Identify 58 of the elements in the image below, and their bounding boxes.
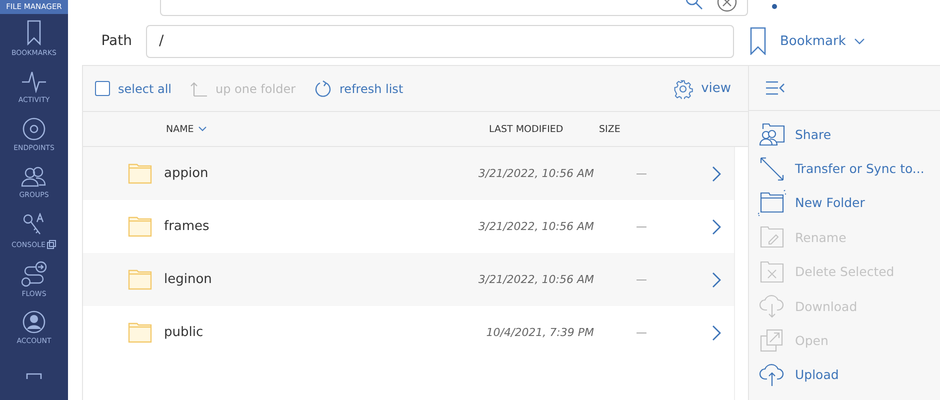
delete-folder-icon [760,260,784,283]
modified-date: 10/4/2021, 7:39 PM [485,326,594,339]
window-icon [26,372,42,379]
folder-name: public [164,325,204,340]
chevron-right-icon[interactable] [712,218,721,234]
file-size: — [636,167,648,180]
column-header[interactable]: LAST MODIFIED [489,124,599,134]
select-all-checkbox[interactable]: select all [95,81,172,96]
file-size: — [636,326,648,339]
folder-row[interactable]: appion 3/21/2022, 10:56 AM — [83,147,734,200]
refresh-icon [314,80,332,98]
folder-icon [128,163,152,184]
folder-row[interactable]: leginon 3/21/2022, 10:56 AM — [83,253,734,306]
action-item[interactable]: Upload [749,358,940,392]
folder-name: leginon [164,272,213,287]
up-arrow-icon [190,80,208,96]
path-field[interactable]: / [146,24,734,58]
sort-icon [198,126,207,132]
chevron-right-icon[interactable] [712,272,721,288]
upload-cloud-icon [759,362,785,387]
chevron-right-icon[interactable] [712,324,721,340]
column-header[interactable]: NAME [166,124,489,134]
refresh-button[interactable]: refresh list [314,80,404,98]
bookmark-icon [26,20,42,46]
external-link-icon [47,240,56,250]
modified-date: 3/21/2022, 10:56 AM [477,273,594,286]
file-size: — [636,273,648,286]
folder-icon [128,322,152,343]
share-folder-icon [758,121,786,148]
folder-icon [128,216,152,237]
bookmark-icon[interactable] [750,27,766,55]
dot-icon [772,4,777,9]
file-size: — [636,220,648,233]
action-item[interactable]: New Folder [749,186,940,220]
modified-date: 3/21/2022, 10:56 AM [477,167,594,180]
folder-name: appion [164,166,210,181]
transfer-arrows-icon [759,156,785,182]
action-item[interactable]: Share [749,117,940,152]
modified-date: 3/21/2022, 10:56 AM [477,220,594,233]
flow-icon [20,260,48,287]
chevron-right-icon[interactable] [712,166,721,182]
view-button[interactable]: view [673,78,731,98]
folder-name: frames [164,219,210,234]
disc-icon [22,117,46,142]
bookmark-dropdown[interactable]: Bookmark [780,34,865,48]
caret-icon [854,38,865,44]
open-window-icon [760,328,784,353]
column-header[interactable]: SIZE [599,124,620,134]
action-item[interactable]: Transfer or Sync to... [749,151,940,186]
gear-icon [673,78,694,98]
users-icon [20,166,48,188]
user-icon [22,310,46,334]
collapse-menu-icon[interactable] [765,81,785,95]
rename-folder-icon [760,226,784,248]
download-cloud-icon [759,294,785,318]
path-label: Path [100,33,133,49]
new-folder-icon [758,190,786,216]
folder-icon [128,269,152,290]
